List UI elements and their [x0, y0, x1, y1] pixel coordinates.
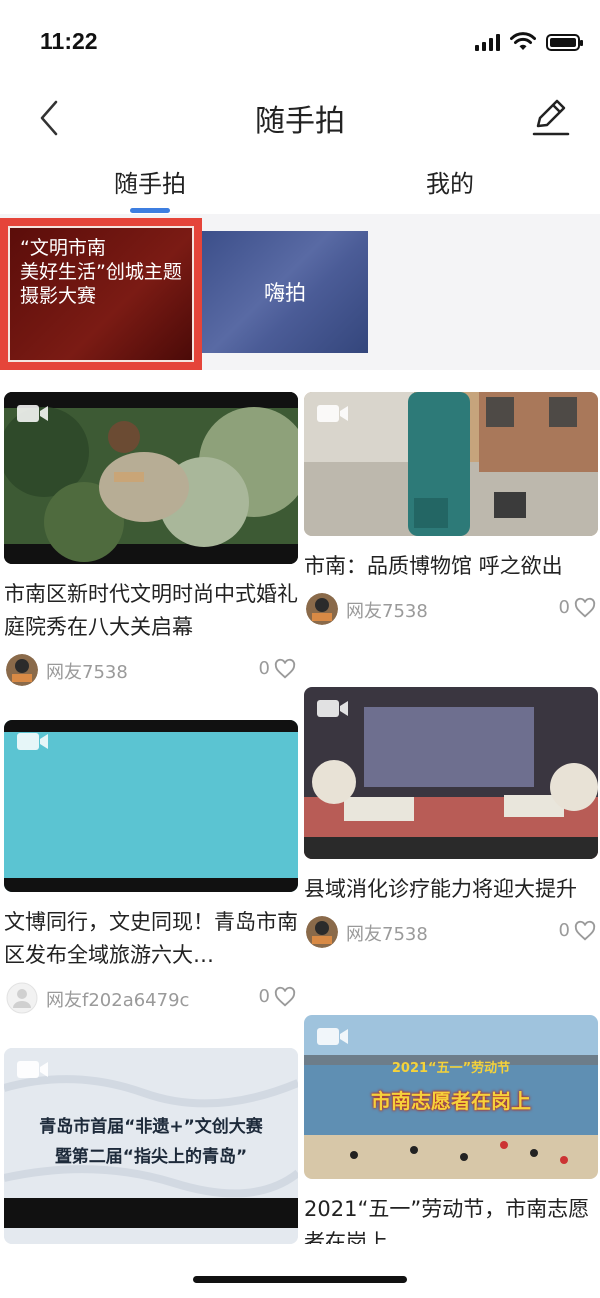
- author-name: 网友f202a6479c: [46, 990, 190, 1011]
- pencil-icon: [532, 99, 570, 136]
- card-thumbnail: [304, 392, 598, 536]
- home-indicator: [193, 1276, 407, 1283]
- card-thumbnail: 2021“五一”劳动节 市南志愿者在岗上: [304, 1015, 598, 1179]
- heart-icon[interactable]: [274, 658, 296, 680]
- like-count: 0: [258, 986, 270, 1007]
- topic-strip: “文明市南 美好生活”创城主题摄影大赛 嗨拍: [0, 214, 600, 370]
- like-count: 0: [258, 658, 270, 679]
- video-icon: [17, 733, 48, 750]
- feed-grid: 市南区新时代文明时尚中式婚礼庭院秀在八大关启幕 网友7538 0 文博同行，文史…: [0, 384, 600, 1244]
- thumb-caption-line-1: 青岛市首届“非遗+”文创大赛: [39, 1117, 263, 1137]
- signal-icon: [475, 33, 500, 51]
- card-meta: 网友7538 0: [4, 654, 298, 688]
- card-thumbnail: [4, 720, 298, 892]
- like-count: 0: [558, 597, 570, 618]
- tab-suishoupai[interactable]: 随手拍: [70, 164, 230, 199]
- author-name: 网友7538: [46, 662, 128, 683]
- nav-bar: 随手拍: [0, 88, 600, 148]
- video-icon: [17, 405, 48, 422]
- feed-card[interactable]: 文博同行，文史同现！青岛市南区发布全域旅游六大… 网友f202a6479c 0: [4, 720, 298, 1016]
- heart-icon[interactable]: [574, 597, 596, 619]
- card-title: 县域消化诊疗能力将迎大提升: [304, 877, 577, 901]
- feed-card[interactable]: 2021“五一”劳动节 市南志愿者在岗上 2021“五一”劳动节，市南志愿者在岗…: [304, 1015, 598, 1244]
- card-meta: 网友f202a6479c 0: [4, 982, 298, 1016]
- avatar: [6, 982, 38, 1014]
- feed-card[interactable]: 市南区新时代文明时尚中式婚礼庭院秀在八大关启幕 网友7538 0: [4, 392, 298, 688]
- topic-card-photo-contest[interactable]: “文明市南 美好生活”创城主题摄影大赛: [0, 218, 202, 370]
- tab-bar: 随手拍 我的: [0, 150, 600, 214]
- card-title: 文博同行，文史同现！青岛市南区发布全域旅游六大…: [4, 910, 298, 967]
- card-thumbnail: [4, 392, 298, 564]
- heart-icon[interactable]: [574, 920, 596, 942]
- edit-button[interactable]: [528, 94, 572, 138]
- like-count: 0: [558, 920, 570, 941]
- thumb-caption-line-1: 2021“五一”劳动节: [391, 1061, 511, 1076]
- wifi-icon: [510, 32, 536, 50]
- author-name: 网友7538: [346, 601, 428, 622]
- active-tab-indicator: [130, 208, 170, 213]
- status-bar: 11:22: [0, 0, 600, 88]
- card-thumbnail: 青岛市首届“非遗+”文创大赛 暨第二届“指尖上的青岛”: [4, 1048, 298, 1244]
- card-title: 2021“五一”劳动节，市南志愿者在岗上: [304, 1197, 590, 1244]
- video-icon: [317, 700, 348, 717]
- feed-card[interactable]: 市南：品质博物馆 呼之欲出 网友7538 0: [304, 392, 598, 627]
- card-meta: 网友7538 0: [304, 593, 598, 627]
- feed-card[interactable]: 县域消化诊疗能力将迎大提升 网友7538 0: [304, 687, 598, 950]
- heart-icon[interactable]: [274, 986, 296, 1008]
- video-icon: [317, 405, 348, 422]
- video-icon: [317, 1028, 348, 1045]
- avatar: [306, 916, 338, 948]
- card-title: 市南区新时代文明时尚中式婚礼庭院秀在八大关启幕: [4, 582, 298, 639]
- thumb-caption-line-2: 市南志愿者在岗上: [371, 1089, 531, 1113]
- topic-card-haipai[interactable]: 嗨拍: [202, 231, 368, 353]
- battery-icon: [546, 33, 583, 51]
- feed-card[interactable]: 青岛市首届“非遗+”文创大赛 暨第二届“指尖上的青岛”: [4, 1048, 298, 1244]
- card-title: 市南：品质博物馆 呼之欲出: [304, 554, 563, 578]
- avatar: [306, 593, 338, 625]
- status-time: 11:22: [40, 28, 98, 54]
- thumb-caption-line-2: 暨第二届“指尖上的青岛”: [54, 1147, 248, 1167]
- card-thumbnail: [304, 687, 598, 859]
- avatar: [6, 654, 38, 686]
- status-icons: [475, 32, 583, 52]
- author-name: 网友7538: [346, 924, 428, 945]
- video-icon: [17, 1061, 48, 1078]
- card-meta: 网友7538 0: [304, 916, 598, 950]
- tab-mine[interactable]: 我的: [370, 164, 530, 199]
- topic-card-label: “文明市南 美好生活”创城主题摄影大赛: [20, 237, 182, 307]
- page-title: 随手拍: [255, 104, 345, 139]
- topic-card-label: 嗨拍: [264, 281, 306, 305]
